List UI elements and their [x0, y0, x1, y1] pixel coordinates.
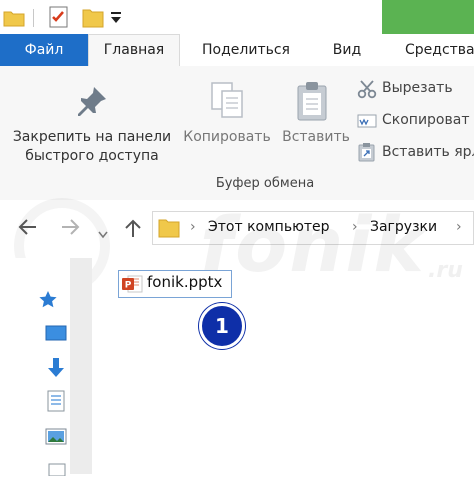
paste-shortcut-icon: [358, 142, 376, 166]
watermark: fonik: [200, 200, 426, 289]
tab-tools[interactable]: Средства: [385, 34, 474, 66]
pictures-icon[interactable]: [45, 428, 67, 450]
documents-icon[interactable]: [47, 390, 65, 416]
tab-file[interactable]: Файл: [0, 34, 88, 66]
downloads-icon[interactable]: [47, 357, 65, 383]
paste-icon: [295, 80, 331, 126]
breadcrumb-sep-1: ›: [190, 219, 196, 235]
file-name[interactable]: fonik.pptx: [147, 273, 222, 291]
tab-view[interactable]: Вид: [322, 34, 372, 66]
svg-text:P: P: [125, 281, 132, 291]
pin-label-2[interactable]: быстрого доступа: [6, 147, 178, 166]
up-arrow-icon[interactable]: [124, 218, 142, 242]
properties-icon[interactable]: [49, 6, 69, 32]
powerpoint-file-icon: P: [121, 274, 143, 298]
music-icon[interactable]: [48, 461, 66, 480]
copy-icon: [208, 80, 248, 124]
breadcrumb-sep-3: ›: [456, 219, 462, 235]
cut-label[interactable]: Вырезать: [382, 80, 453, 96]
group-clipboard-title: Буфер обмена: [215, 176, 315, 191]
new-folder-icon[interactable]: [82, 7, 104, 33]
copy-path-icon: [357, 113, 377, 133]
paste-shortcut-label[interactable]: Вставить ярл: [382, 144, 474, 160]
quick-access-star-icon[interactable]: [38, 290, 58, 312]
scissors-icon: [357, 79, 377, 103]
nav-pane-scrollbar[interactable]: [70, 258, 92, 474]
step-badge: 1: [199, 303, 245, 349]
recent-locations-icon[interactable]: [98, 224, 108, 243]
address-folder-icon: [158, 217, 180, 243]
desktop-icon[interactable]: [45, 325, 67, 347]
qa-separator: [33, 9, 34, 27]
customize-qa-icon[interactable]: [110, 10, 122, 29]
paste-label[interactable]: Вставить: [276, 128, 356, 147]
back-arrow-icon[interactable]: [18, 218, 38, 240]
tab-share[interactable]: Поделиться: [190, 34, 302, 66]
watermark-suffix: .ru: [428, 258, 463, 283]
forward-arrow-icon[interactable]: [60, 218, 80, 240]
folder-icon[interactable]: [3, 9, 25, 31]
pin-icon: [76, 84, 110, 122]
pin-label-1[interactable]: Закрепить на панели: [6, 128, 178, 147]
copy-label[interactable]: Копировать: [178, 128, 276, 147]
tools-header: [382, 0, 474, 34]
tab-home[interactable]: Главная: [88, 34, 180, 66]
copy-path-label[interactable]: Скопироват: [382, 112, 470, 128]
